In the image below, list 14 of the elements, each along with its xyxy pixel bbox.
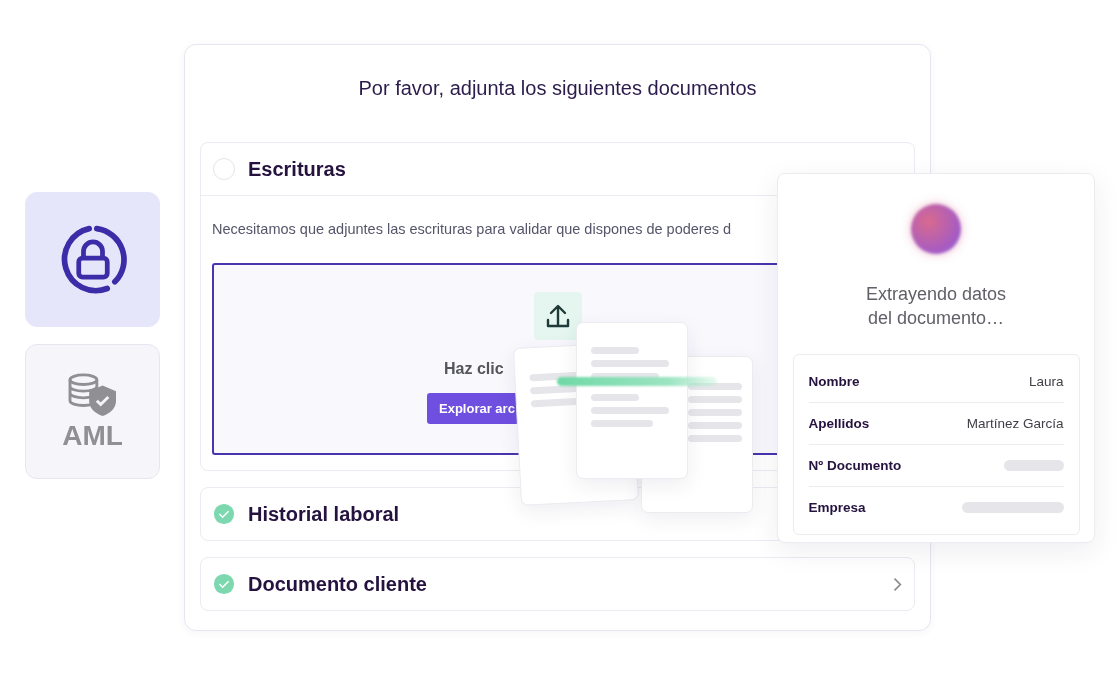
panel-title: Por favor, adjunta los siguientes documentos xyxy=(357,76,758,101)
tile-label: AML xyxy=(62,419,123,452)
field-label: Nº Documento xyxy=(808,458,902,473)
document-description: Necesitamos que adjuntes las escrituras para validar que dispones de poderes d xyxy=(212,221,733,237)
field-label: Apellidos xyxy=(808,416,870,431)
dropzone-prompt: Haz clic xyxy=(444,360,504,378)
field-value: Laura xyxy=(1028,374,1064,389)
document-title: Documento cliente xyxy=(248,572,427,596)
document-title: Historial laboral xyxy=(248,502,400,526)
document-title: Escrituras xyxy=(248,157,346,181)
extraction-status: Extrayendo datos del documento… xyxy=(865,283,1007,330)
field-value: Martínez García xyxy=(966,416,1064,431)
field-label: Nombre xyxy=(808,374,860,389)
field-label: Empresa xyxy=(808,500,866,515)
